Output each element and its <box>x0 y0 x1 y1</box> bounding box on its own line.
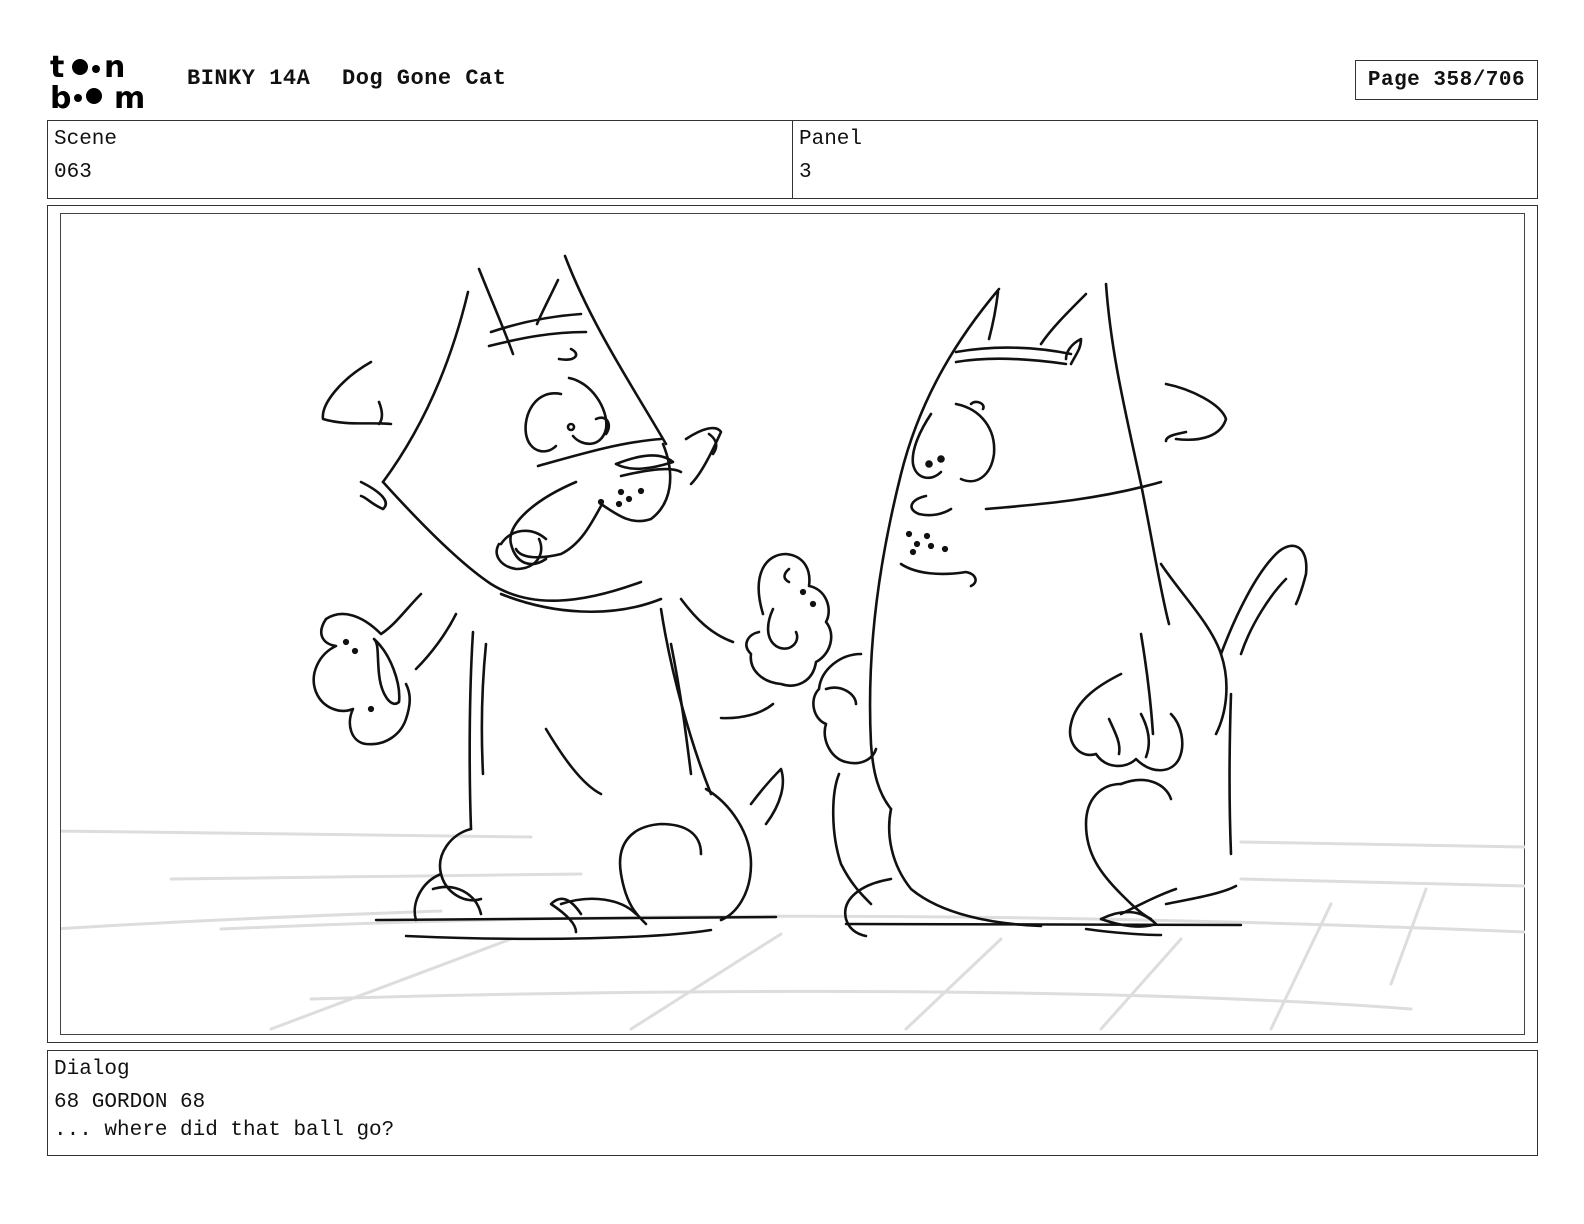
svg-text:m: m <box>114 81 145 112</box>
dialog-box: Dialog 68 GORDON 68 ... where did that b… <box>47 1050 1538 1156</box>
scene-panel-info: Scene 063 Panel 3 <box>47 120 1538 199</box>
dialog-label: Dialog <box>54 1058 130 1081</box>
storyboard-drawing-area <box>60 213 1525 1035</box>
dialog-text: ... where did that ball go? <box>54 1119 395 1142</box>
svg-text:n: n <box>104 50 125 85</box>
episode-code: BINKY 14A <box>187 66 311 91</box>
page-indicator: Page 358/706 <box>1355 60 1538 100</box>
dialog-speaker: 68 GORDON 68 <box>54 1091 206 1114</box>
scene-value: 063 <box>54 161 92 184</box>
panel-label: Panel <box>799 128 863 151</box>
svg-text:t: t <box>50 50 64 85</box>
panel-cell: Panel 3 <box>792 121 1537 198</box>
toon-boom-logo: t n b m <box>50 50 165 116</box>
storyboard-frame <box>47 205 1538 1043</box>
svg-text:b: b <box>50 81 71 112</box>
scene-cell: Scene 063 <box>48 121 792 198</box>
episode-title: Dog Gone Cat <box>342 66 507 91</box>
page-label: Page 358/706 <box>1367 68 1526 92</box>
scene-label: Scene <box>54 128 118 151</box>
panel-value: 3 <box>799 161 812 184</box>
storyboard-sketch <box>61 254 1525 1031</box>
